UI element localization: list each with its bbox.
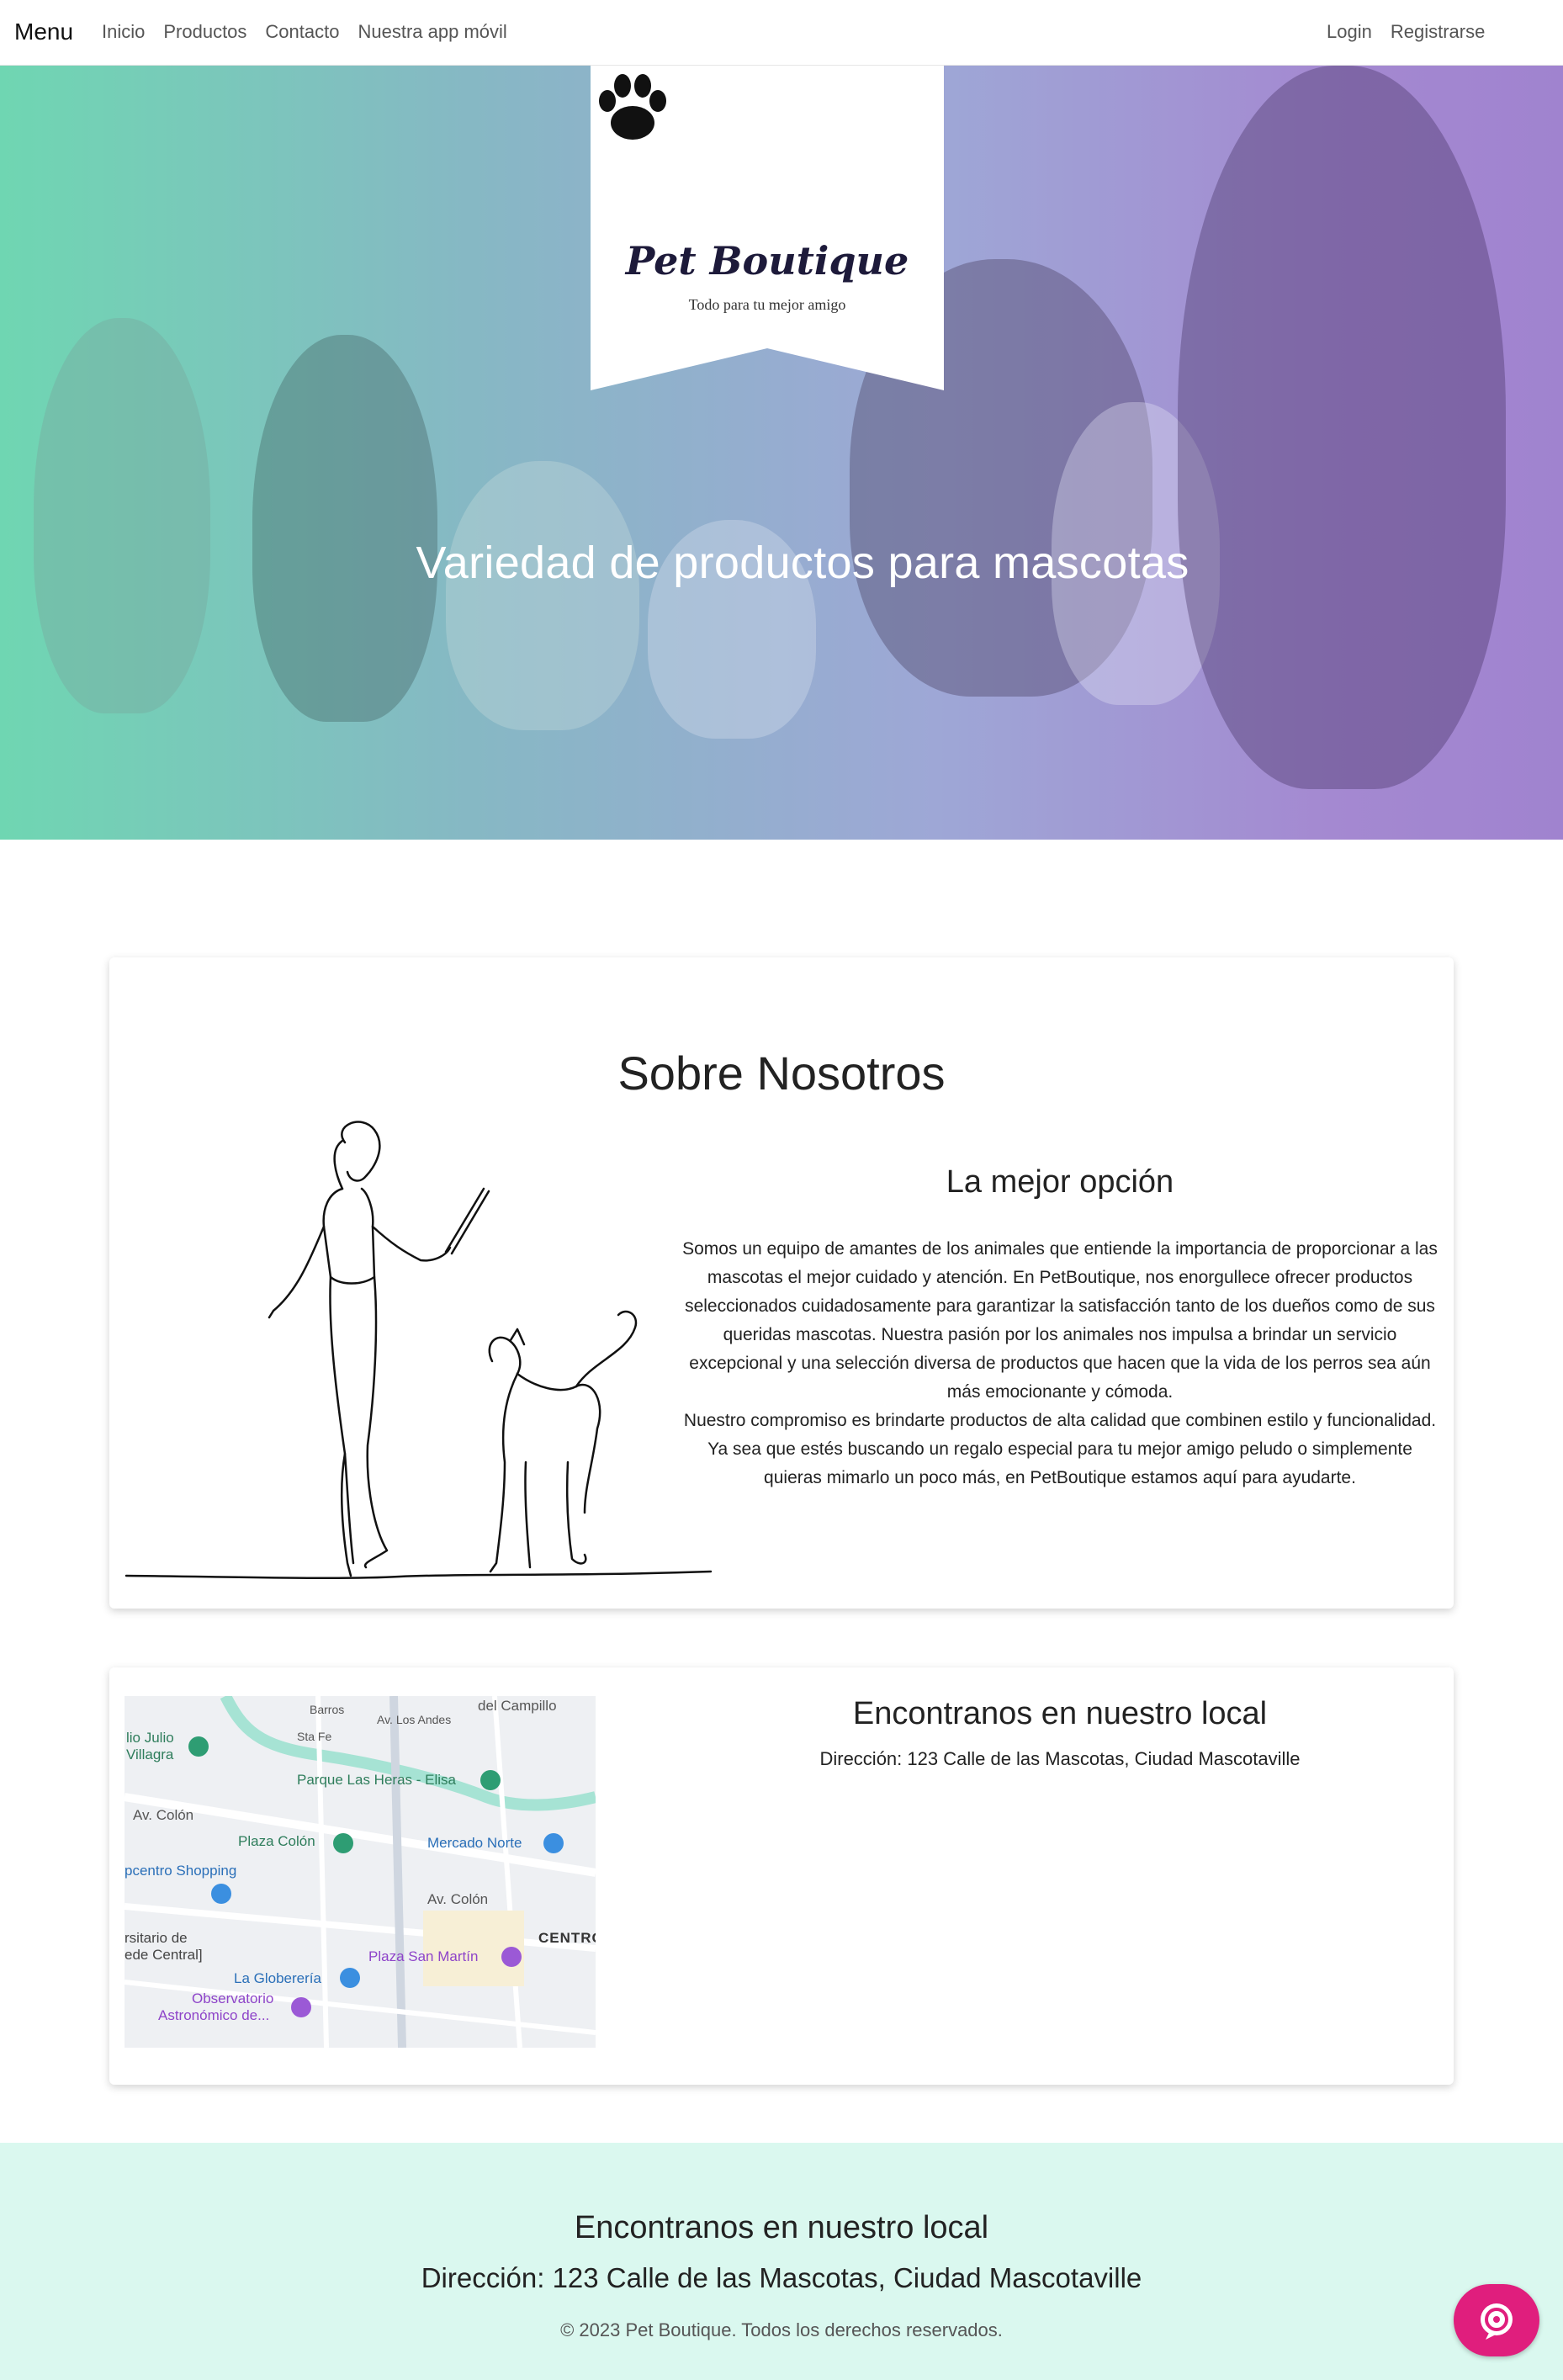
map-label: pcentro Shopping bbox=[125, 1863, 237, 1879]
map-label: Av. Colón bbox=[133, 1807, 194, 1823]
footer-copyright: © 2023 Pet Boutique. Todos los derechos … bbox=[560, 2319, 1003, 2340]
map-label: lio Julio bbox=[126, 1730, 174, 1746]
woman-dog-line-illustration bbox=[125, 1121, 713, 1579]
map-label: Barros bbox=[310, 1703, 345, 1716]
navbar-brand-menu[interactable]: Menu bbox=[14, 19, 73, 45]
map-label: Astronómico de... bbox=[158, 2007, 270, 2023]
location-address: Dirección: 123 Calle de las Mascotas, Ci… bbox=[819, 1748, 1301, 1769]
nav-links: Inicio Productos Contacto Nuestra app mó… bbox=[102, 21, 507, 43]
map-label: CENTRO bbox=[538, 1930, 596, 1946]
map-label: Plaza Colón bbox=[238, 1833, 315, 1849]
location-card: lio Julio Villagra Parque Las Heras - El… bbox=[109, 1667, 1454, 2085]
map-label: Parque Las Heras - Elisa bbox=[297, 1772, 456, 1788]
hero-heading: Variedad de productos para mascotas bbox=[416, 538, 1189, 588]
map-label: Plaza San Martín bbox=[368, 1948, 479, 1964]
map-label: Observatorio bbox=[192, 1990, 274, 2006]
about-card: Sobre Nosotros La mejor opción Somos un … bbox=[109, 957, 1454, 1609]
map-label: rsitario de bbox=[125, 1930, 188, 1946]
location-title: Encontranos en nuestro local bbox=[852, 1696, 1268, 1731]
map-label: Av. Los Andes bbox=[377, 1713, 452, 1726]
location-map[interactable]: lio Julio Villagra Parque Las Heras - El… bbox=[125, 1696, 596, 2048]
map-label: Villagra bbox=[126, 1747, 174, 1762]
map-label: ede Central] bbox=[125, 1947, 203, 1963]
logo-tagline: Todo para tu mejor amigo bbox=[688, 296, 846, 313]
map-label: La Globerería bbox=[234, 1970, 321, 1986]
hero-dog-image bbox=[252, 335, 437, 722]
nav-link-productos[interactable]: Productos bbox=[163, 21, 246, 43]
hero-dog-image bbox=[446, 461, 639, 730]
navbar: Menu Inicio Productos Contacto Nuestra a… bbox=[0, 0, 1563, 66]
login-link[interactable]: Login bbox=[1327, 21, 1372, 43]
paw-icon bbox=[599, 74, 666, 140]
map-label: Mercado Norte bbox=[427, 1835, 522, 1851]
map-label: Sta Fe bbox=[297, 1730, 332, 1743]
hero-banner: Pet Boutique Todo para tu mejor amigo Va… bbox=[0, 66, 1563, 840]
hero-cat-image bbox=[34, 318, 210, 713]
about-title: Sobre Nosotros bbox=[617, 1047, 946, 1100]
footer-address: Dirección: 123 Calle de las Mascotas, Ci… bbox=[421, 2262, 1142, 2293]
about-subtitle: La mejor opción bbox=[946, 1164, 1174, 1200]
hero-dog-image bbox=[1178, 66, 1506, 789]
chat-bubble-icon bbox=[1481, 2303, 1513, 2340]
footer: Encontranos en nuestro local Dirección: … bbox=[0, 2143, 1563, 2380]
about-paragraph-1: Somos un equipo de amantes de los animal… bbox=[682, 1239, 1438, 1402]
map-label: Av. Colón bbox=[427, 1891, 489, 1907]
nav-link-inicio[interactable]: Inicio bbox=[102, 21, 145, 43]
logo-banner: Pet Boutique Todo para tu mejor amigo bbox=[591, 66, 944, 390]
nav-auth-links: Login Registrarse bbox=[1327, 21, 1485, 43]
nav-link-app-movil[interactable]: Nuestra app móvil bbox=[358, 21, 506, 43]
about-paragraph-2: Nuestro compromiso es brindarte producto… bbox=[683, 1411, 1437, 1487]
nav-link-contacto[interactable]: Contacto bbox=[265, 21, 339, 43]
logo-name: Pet Boutique bbox=[625, 238, 909, 284]
about-description: Somos un equipo de amantes de los animal… bbox=[681, 1235, 1438, 1492]
footer-title: Encontranos en nuestro local bbox=[574, 2210, 989, 2245]
chat-button[interactable] bbox=[1454, 2284, 1539, 2356]
map-label: del Campillo bbox=[478, 1698, 557, 1714]
register-link[interactable]: Registrarse bbox=[1391, 21, 1485, 43]
